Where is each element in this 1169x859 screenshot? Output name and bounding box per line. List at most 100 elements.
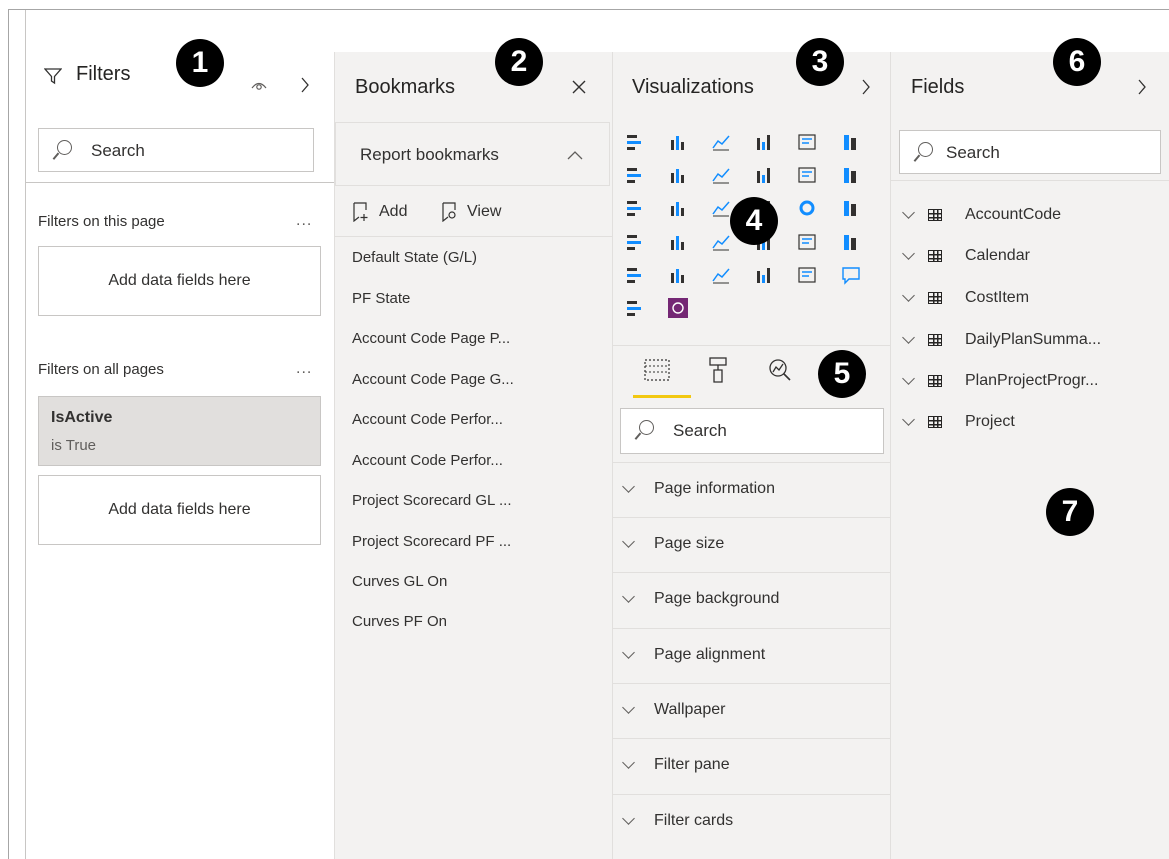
this-page-drop-zone[interactable]: Add data fields here xyxy=(38,246,321,316)
bookmark-item[interactable]: Account Code Perfor... xyxy=(352,411,503,428)
filled-map-icon[interactable] xyxy=(668,232,688,252)
waterfall-icon[interactable] xyxy=(625,198,645,218)
stacked-column-icon[interactable] xyxy=(668,132,688,152)
filters-search-input[interactable]: Search xyxy=(38,128,314,172)
line-column-icon[interactable] xyxy=(754,165,774,185)
treemap-icon[interactable] xyxy=(841,198,861,218)
table-name: Project xyxy=(965,413,1015,430)
fields-pane: Fields Search AccountCode Calendar CostI… xyxy=(890,52,1169,859)
multirow-card-icon[interactable] xyxy=(797,232,817,252)
table-icon xyxy=(928,416,942,428)
field-table-dailyplansummary[interactable]: DailyPlanSumma... xyxy=(891,320,1169,362)
clustered-column-icon[interactable] xyxy=(754,132,774,152)
collapse-visualizations-icon[interactable] xyxy=(861,79,871,95)
section-label: Page alignment xyxy=(654,646,766,663)
section-wallpaper[interactable]: Wallpaper xyxy=(613,683,890,738)
bookmark-item[interactable]: Account Code Perfor... xyxy=(352,452,503,469)
custom-visual-icon[interactable] xyxy=(668,298,688,318)
100-column-icon[interactable] xyxy=(841,132,861,152)
filter-card-condition: is True xyxy=(51,437,97,454)
decomposition-tree-icon[interactable] xyxy=(797,265,817,285)
chevron-down-icon xyxy=(622,480,635,493)
view-bookmark-icon xyxy=(442,202,456,222)
matrix-icon[interactable] xyxy=(711,265,731,285)
bookmark-item[interactable]: Account Code Page P... xyxy=(352,330,510,347)
section-label: Page background xyxy=(654,590,780,607)
section-label: Filter cards xyxy=(654,812,734,829)
filters-all-pages-label: Filters on all pages xyxy=(38,361,164,378)
table-name: DailyPlanSumma... xyxy=(965,331,1102,348)
table-visual-icon[interactable] xyxy=(668,265,688,285)
section-page-size[interactable]: Page size xyxy=(613,517,890,572)
bookmarks-title: Bookmarks xyxy=(355,76,456,98)
all-pages-drop-zone[interactable]: Add data fields here xyxy=(38,475,321,545)
format-search-input[interactable]: Search xyxy=(620,408,884,454)
kpi-icon[interactable] xyxy=(841,232,861,252)
section-page-information[interactable]: Page information xyxy=(613,462,890,517)
more-options-icon[interactable]: ... xyxy=(296,212,312,230)
field-table-costitem[interactable]: CostItem xyxy=(891,278,1169,320)
section-page-background[interactable]: Page background xyxy=(613,572,890,627)
section-filter-cards[interactable]: Filter cards xyxy=(613,794,890,849)
bookmark-item[interactable]: Curves PF On xyxy=(352,613,447,630)
field-table-project[interactable]: Project xyxy=(891,402,1169,444)
section-label: Filter pane xyxy=(654,756,730,773)
fields-search-input[interactable]: Search xyxy=(899,130,1161,174)
100-bar-icon[interactable] xyxy=(797,132,817,152)
stacked-bar-icon[interactable] xyxy=(625,132,645,152)
filter-card-isactive[interactable]: IsActive is True xyxy=(38,396,321,466)
line-chart-icon[interactable] xyxy=(625,165,645,185)
analytics-icon[interactable] xyxy=(768,358,792,382)
more-options-icon[interactable]: ... xyxy=(296,360,312,378)
report-bookmarks-header[interactable]: Report bookmarks xyxy=(335,122,610,186)
add-label: Add xyxy=(379,203,408,220)
section-label: Page size xyxy=(654,535,725,552)
bookmark-item[interactable]: Project Scorecard PF ... xyxy=(352,533,511,550)
format-paint-roller-icon[interactable] xyxy=(708,356,728,384)
chevron-down-icon xyxy=(622,756,635,769)
table-icon xyxy=(928,209,942,221)
search-placeholder: Search xyxy=(946,143,1000,162)
clustered-bar-icon[interactable] xyxy=(711,132,731,152)
qa-icon[interactable] xyxy=(841,265,861,285)
donut-icon[interactable] xyxy=(797,198,817,218)
gauge-icon[interactable] xyxy=(711,232,731,252)
map-icon[interactable] xyxy=(625,232,645,252)
bookmark-item[interactable]: Curves GL On xyxy=(352,573,447,590)
collapse-fields-icon[interactable] xyxy=(1137,79,1147,95)
close-icon[interactable] xyxy=(571,79,587,95)
callout-7: 7 xyxy=(1046,488,1094,536)
bookmark-item[interactable]: PF State xyxy=(352,290,410,307)
funnel-icon[interactable] xyxy=(668,198,688,218)
chevron-down-icon xyxy=(622,590,635,603)
active-tab-indicator xyxy=(633,395,691,398)
chevron-down-icon xyxy=(902,289,915,302)
stacked-area-icon[interactable] xyxy=(711,165,731,185)
section-page-alignment[interactable]: Page alignment xyxy=(613,628,890,683)
bookmark-item[interactable]: Account Code Page G... xyxy=(352,371,514,388)
chevron-down-icon xyxy=(902,413,915,426)
ribbon-icon[interactable] xyxy=(841,165,861,185)
callout-1: 1 xyxy=(176,39,224,87)
bookmark-item[interactable]: Default State (G/L) xyxy=(352,249,477,266)
scatter-icon[interactable] xyxy=(711,198,731,218)
fields-title: Fields xyxy=(911,76,965,98)
collapse-filters-icon[interactable] xyxy=(300,77,310,93)
line-clustered-icon[interactable] xyxy=(797,165,817,185)
slicer-icon[interactable] xyxy=(625,265,645,285)
table-name: AccountCode xyxy=(965,206,1062,223)
paginated-report-icon[interactable] xyxy=(625,298,645,318)
fields-tab-icon[interactable] xyxy=(643,358,671,382)
field-table-accountcode[interactable]: AccountCode xyxy=(891,195,1169,237)
chevron-down-icon xyxy=(622,812,635,825)
key-influencers-icon[interactable] xyxy=(754,265,774,285)
field-table-calendar[interactable]: Calendar xyxy=(891,236,1169,278)
callout-2: 2 xyxy=(495,38,543,86)
area-chart-icon[interactable] xyxy=(668,165,688,185)
bookmark-item[interactable]: Project Scorecard GL ... xyxy=(352,492,512,509)
field-table-planprojectprogress[interactable]: PlanProjectProgr... xyxy=(891,361,1169,403)
table-name: CostItem xyxy=(965,289,1030,306)
chevron-down-icon xyxy=(902,206,915,219)
eye-icon[interactable] xyxy=(250,79,268,91)
section-filter-pane[interactable]: Filter pane xyxy=(613,738,890,793)
